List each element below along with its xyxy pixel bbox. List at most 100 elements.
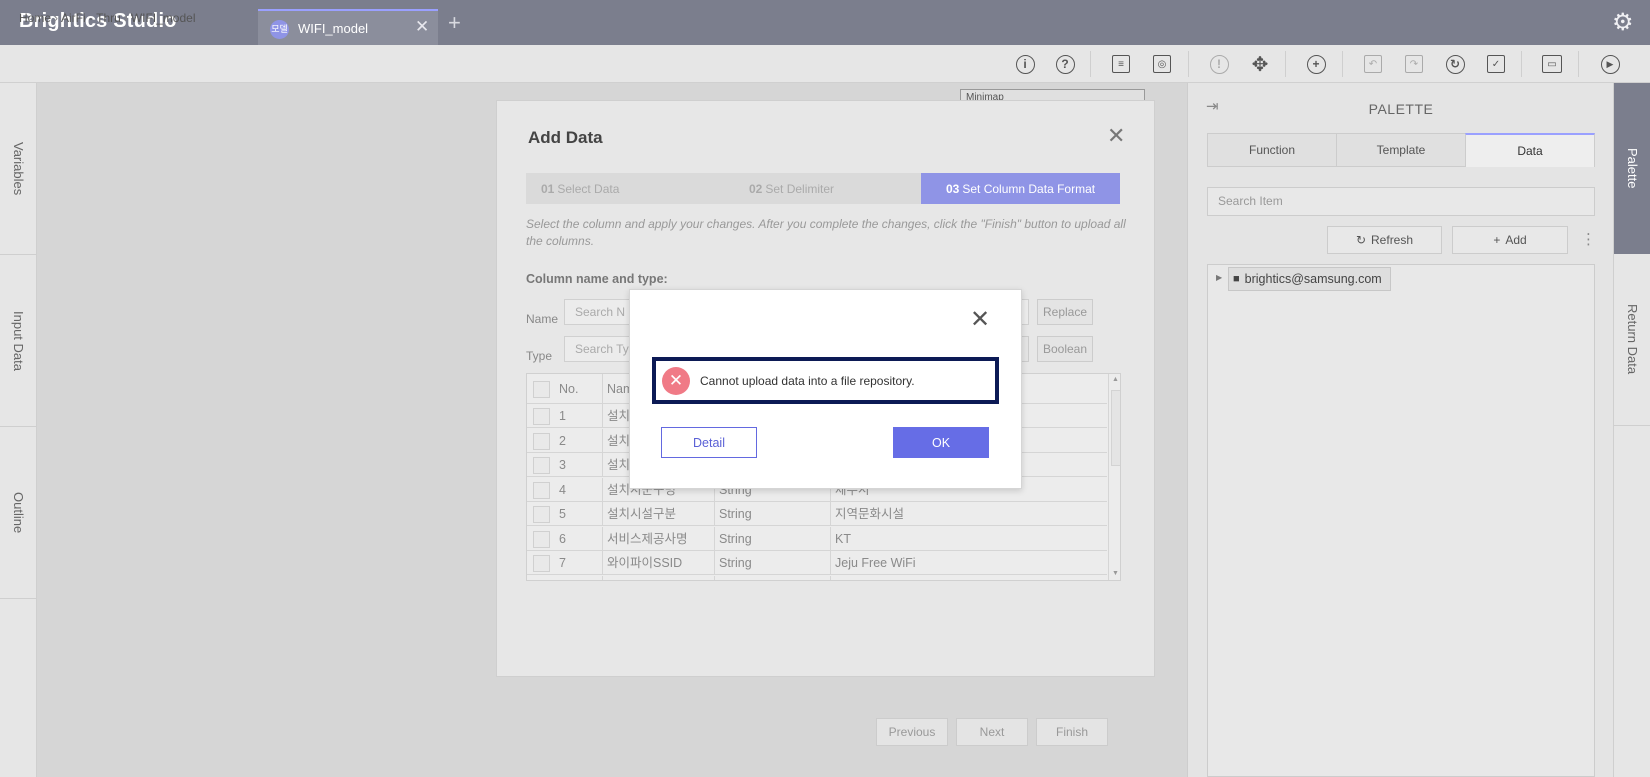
step-select-data: 01 Select Data [526, 173, 721, 204]
row-checkbox[interactable] [533, 506, 550, 523]
left-sidebar: Variables Input Data Outline [0, 83, 37, 777]
more-options-icon[interactable]: ⋮ [1581, 230, 1596, 248]
breadcrumb-home[interactable]: Home [19, 11, 51, 25]
breadcrumb: Home › AirFi - Thru › WIFI_model [19, 11, 196, 25]
help-icon[interactable]: ? [1054, 53, 1076, 75]
next-button[interactable]: Next [956, 718, 1028, 746]
tab-label: WIFI_model [298, 21, 369, 36]
table-row[interactable]: 7 와이파이SSID String Jeju Free WiFi [527, 551, 1107, 575]
row-checkbox[interactable] [533, 555, 550, 572]
boolean-type-button[interactable]: Boolean [1037, 336, 1093, 362]
row-checkbox[interactable] [533, 579, 550, 580]
row-value: 2017-03 [831, 576, 1107, 581]
row-checkbox[interactable] [533, 432, 550, 450]
palette-panel: ⇥ PALETTE Function Template Data Search … [1187, 83, 1613, 777]
select-all-checkbox[interactable] [533, 381, 550, 398]
previous-button[interactable]: Previous [876, 718, 948, 746]
chevron-right-icon: › [54, 11, 59, 25]
finish-button[interactable]: Finish [1036, 718, 1108, 746]
dialog-description: Select the column and apply your changes… [526, 217, 1126, 248]
column-section-title: Column name and type: [526, 272, 668, 286]
close-icon[interactable]: ✕ [1107, 123, 1125, 149]
right-sidebar: Palette Return Data [1613, 83, 1650, 777]
sidebar-tab-return-data[interactable]: Return Data [1614, 254, 1650, 426]
layout-icon[interactable]: ▭ [1541, 53, 1563, 75]
detail-button[interactable]: Detail [661, 427, 757, 458]
error-alert-dialog: ✕ ✕ Cannot upload data into a file repos… [629, 289, 1022, 489]
replace-button[interactable]: Replace [1037, 299, 1093, 325]
table-row[interactable]: 6 서비스제공사명 String KT [527, 526, 1107, 551]
row-type: String [715, 502, 831, 526]
model-icon: 모델 [270, 20, 289, 39]
run-icon[interactable]: ▶ [1599, 53, 1621, 75]
gear-icon[interactable]: ⚙ [1612, 8, 1634, 37]
palette-search-input[interactable]: Search Item [1207, 187, 1595, 216]
tab-data[interactable]: Data [1465, 133, 1595, 167]
export-icon[interactable]: ↷ [1403, 53, 1425, 75]
sidebar-tab-input-data[interactable]: Input Data [0, 255, 37, 427]
row-no: 8 [555, 575, 603, 580]
top-bar [0, 0, 1650, 45]
preview-icon[interactable]: ◎ [1151, 53, 1173, 75]
row-no: 2 [555, 428, 603, 453]
sidebar-tab-outline[interactable]: Outline [0, 427, 37, 599]
grid-scrollbar[interactable]: ▲ ▼ [1108, 374, 1120, 580]
alert-message-box: ✕ Cannot upload data into a file reposit… [652, 357, 999, 404]
tab-template[interactable]: Template [1336, 133, 1466, 167]
header-no[interactable]: No. [555, 374, 603, 404]
row-type [715, 575, 831, 580]
scroll-thumb[interactable] [1111, 390, 1120, 466]
data-tree: ▶ ■ brightics@samsung.com [1207, 264, 1595, 777]
tree-item-repository[interactable]: ■ brightics@samsung.com [1228, 267, 1391, 291]
expand-arrow-icon[interactable]: ▶ [1216, 273, 1222, 282]
row-checkbox[interactable] [533, 408, 550, 425]
clipboard-icon[interactable]: ✓ [1485, 53, 1507, 75]
row-no: 3 [555, 453, 603, 477]
scroll-down-icon[interactable]: ▼ [1112, 570, 1119, 577]
breadcrumb-model[interactable]: WIFI_model [131, 11, 196, 25]
row-value: KT [835, 531, 851, 546]
validate-icon[interactable]: ! [1208, 53, 1230, 75]
report-icon[interactable]: ≡ [1110, 53, 1132, 75]
row-value: Jeju Free WiFi [835, 556, 916, 570]
close-tab-icon[interactable]: ✕ [415, 17, 429, 37]
import-icon[interactable]: ↶ [1362, 53, 1384, 75]
breadcrumb-project[interactable]: AirFi - Thru [61, 11, 121, 25]
row-name: 서비스제공사명 [603, 526, 715, 551]
step-set-delimiter: 02 Set Delimiter [721, 173, 921, 204]
refresh-icon: ↻ [1355, 233, 1367, 247]
row-checkbox[interactable] [533, 457, 550, 474]
table-row[interactable]: 5 설치시설구분 String 지역문화시설 [527, 502, 1107, 526]
type-label: Type [526, 349, 553, 363]
add-data-button[interactable]: + Add [1452, 226, 1568, 254]
row-value: 지역문화시설 [835, 507, 905, 521]
info-icon[interactable]: i [1014, 53, 1036, 75]
sidebar-tab-palette[interactable]: Palette [1614, 83, 1650, 254]
alert-message: Cannot upload data into a file repositor… [700, 373, 915, 388]
add-tab-icon[interactable]: + [448, 12, 461, 34]
name-label: Name [526, 312, 559, 326]
row-no: 1 [555, 404, 603, 428]
refresh-button[interactable]: ↻ Refresh [1327, 226, 1442, 254]
chevron-right-icon: › [123, 11, 128, 25]
ok-button[interactable]: OK [893, 427, 989, 458]
zoom-in-icon[interactable]: + [1305, 53, 1327, 75]
palette-title: PALETTE [1368, 101, 1434, 117]
scroll-up-icon[interactable]: ▲ [1112, 376, 1119, 383]
row-name: 설치년월 [603, 575, 715, 580]
table-row[interactable]: 8설치년월 2017-03 [527, 575, 1107, 581]
row-type: String [715, 551, 831, 575]
row-name: 설치시설구분 [603, 502, 715, 526]
tab-wifi-model[interactable]: 모델 WIFI_model ✕ [258, 9, 438, 45]
row-type: String [715, 526, 831, 551]
tab-function[interactable]: Function [1207, 133, 1337, 167]
dialog-title: Add Data [528, 128, 603, 147]
sidebar-tab-variables[interactable]: Variables [0, 83, 37, 255]
move-icon[interactable]: ✥ [1249, 53, 1271, 76]
history-icon[interactable]: ↻ [1444, 53, 1466, 75]
row-checkbox[interactable] [533, 530, 550, 548]
row-checkbox[interactable] [533, 481, 550, 499]
close-icon[interactable]: ✕ [970, 308, 990, 332]
error-icon: ✕ [662, 366, 690, 395]
row-no: 5 [555, 502, 603, 526]
